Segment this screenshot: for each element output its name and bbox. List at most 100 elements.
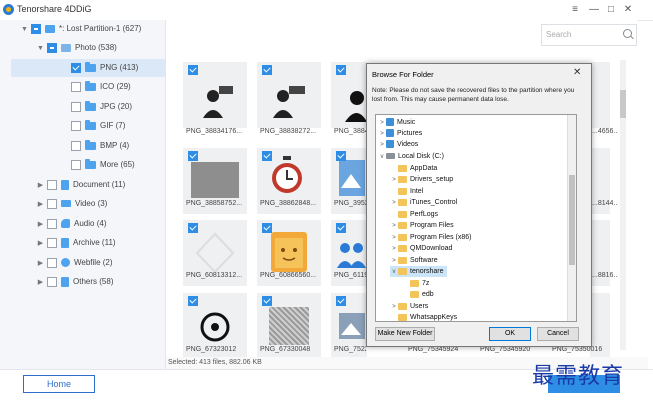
home-button[interactable]: Home — [23, 375, 95, 393]
photo-icon — [61, 43, 71, 52]
tree-item-webfile[interactable]: ▶ Webfile (2) — [36, 254, 113, 272]
search-input[interactable]: Search — [541, 24, 637, 46]
collapse-arrow-icon[interactable]: ▼ — [20, 21, 29, 39]
audio-checkbox[interactable] — [47, 218, 57, 229]
folder-node-7z[interactable]: 7z — [402, 278, 429, 289]
expand-arrow-icon[interactable]: ▶ — [36, 255, 45, 273]
collapse-arrow-icon[interactable]: v — [390, 267, 398, 278]
thumbnail-checkbox[interactable] — [336, 65, 346, 75]
expand-arrow-icon[interactable]: ▶ — [36, 216, 45, 234]
png-checkbox[interactable] — [71, 62, 81, 73]
folder-label: Pictures — [397, 130, 423, 137]
document-checkbox[interactable] — [47, 179, 57, 190]
folder-node-whatsappkeys[interactable]: WhatsappKeys — [390, 312, 457, 321]
root-count: (627) — [122, 24, 142, 33]
folder-node-tenorshare[interactable]: v tenorshare — [390, 266, 448, 278]
collapse-arrow-icon[interactable]: v — [378, 152, 386, 163]
folder-node-music[interactable]: > Music — [378, 117, 415, 128]
folder-node-software[interactable]: > Software — [390, 255, 438, 266]
tree-item-png[interactable]: PNG (413) — [11, 59, 165, 77]
folder-node-perflogs[interactable]: PerfLogs — [390, 209, 438, 220]
folder-icon — [398, 233, 407, 241]
folder-icon — [398, 256, 407, 264]
folder-node-intel[interactable]: Intel — [390, 186, 423, 197]
bmp-checkbox[interactable] — [71, 140, 81, 151]
ok-button[interactable]: OK — [489, 327, 531, 341]
folder-tree-scroll-thumb[interactable] — [569, 175, 575, 265]
folder-node-program-files-x86[interactable]: > Program Files (x86) — [390, 232, 471, 243]
thumbnail-checkbox[interactable] — [336, 223, 346, 233]
tree-item-audio[interactable]: ▶ Audio (4) — [36, 215, 106, 233]
thumbnail[interactable] — [331, 62, 367, 128]
expand-arrow-icon[interactable]: > — [390, 244, 398, 255]
tree-item-others[interactable]: ▶ Others (58) — [36, 273, 113, 291]
tree-item-bmp[interactable]: BMP (4) — [69, 137, 129, 155]
expand-arrow-icon[interactable]: ▶ — [36, 196, 45, 214]
folder-tree-scrollbar[interactable] — [567, 115, 576, 321]
thumbnail[interactable] — [183, 62, 247, 128]
search-icon[interactable] — [623, 29, 632, 38]
expand-arrow-icon[interactable]: > — [390, 175, 398, 186]
folder-node-drivers-setup[interactable]: > Drivers_setup — [390, 174, 453, 185]
thumbnail-checkbox[interactable] — [336, 151, 346, 161]
webfile-checkbox[interactable] — [47, 257, 57, 268]
folder-node-qmdownload[interactable]: > QMDownload — [390, 243, 452, 254]
thumbnail-checkbox[interactable] — [188, 223, 198, 233]
tree-item-document[interactable]: ▶ Document (11) — [36, 176, 125, 194]
tree-photo[interactable]: ▼ Photo (538) — [36, 39, 117, 57]
tree-item-jpg[interactable]: JPG (20) — [69, 98, 132, 116]
thumbnail[interactable] — [257, 62, 321, 128]
expand-arrow-icon[interactable]: ▶ — [36, 274, 45, 292]
folder-node-itunes-control[interactable]: > iTunes_Control — [390, 197, 457, 208]
root-checkbox[interactable] — [31, 23, 41, 34]
dialog-note: Note: Please do not save the recovered f… — [372, 87, 575, 103]
make-new-folder-button[interactable]: Make New Folder — [375, 327, 435, 341]
folder-node-pictures[interactable]: > Pictures — [378, 128, 422, 139]
gif-checkbox[interactable] — [71, 120, 81, 131]
thumbnail-checkbox[interactable] — [188, 151, 198, 161]
archive-checkbox[interactable] — [47, 237, 57, 248]
tree-item-gif[interactable]: GIF (7) — [69, 117, 125, 135]
photo-checkbox[interactable] — [47, 42, 57, 53]
minimize-icon[interactable]: — — [587, 3, 601, 17]
expand-arrow-icon[interactable]: > — [378, 140, 386, 151]
menu-icon[interactable]: ≡ — [568, 3, 582, 17]
thumbnail-checkbox[interactable] — [336, 296, 346, 306]
folder-node-local-disk[interactable]: v Local Disk (C:) — [378, 151, 444, 162]
tree-item-video[interactable]: ▶ Video (3) — [36, 195, 107, 213]
more-checkbox[interactable] — [71, 159, 81, 170]
expand-arrow-icon[interactable]: > — [390, 198, 398, 209]
close-icon[interactable]: ✕ — [621, 3, 635, 17]
thumbnail[interactable] — [590, 62, 610, 128]
tree-item-archive[interactable]: ▶ Archive (11) — [36, 234, 116, 252]
thumbnail-checkbox[interactable] — [262, 296, 272, 306]
others-checkbox[interactable] — [47, 276, 57, 287]
cancel-button[interactable]: Cancel — [537, 327, 579, 341]
expand-arrow-icon[interactable]: ▶ — [36, 235, 45, 253]
thumbnail-checkbox[interactable] — [262, 65, 272, 75]
maximize-icon[interactable]: □ — [604, 3, 618, 17]
folder-node-videos[interactable]: > Videos — [378, 139, 418, 150]
folder-node-users[interactable]: > Users — [390, 301, 428, 312]
folder-node-program-files[interactable]: > Program Files — [390, 220, 454, 231]
dialog-close-icon[interactable]: ✕ — [573, 67, 581, 78]
tree-root[interactable]: ▼ *: Lost Partition-1 (627) — [20, 20, 141, 38]
tree-item-more[interactable]: More (65) — [69, 156, 135, 174]
collapse-arrow-icon[interactable]: ▼ — [36, 40, 45, 58]
thumbnail-checkbox[interactable] — [262, 151, 272, 161]
folder-node-appdata[interactable]: AppData — [390, 163, 437, 174]
expand-arrow-icon[interactable]: ▶ — [36, 177, 45, 195]
folder-node-edb[interactable]: edb — [402, 289, 434, 300]
thumbnail-checkbox[interactable] — [188, 296, 198, 306]
grid-scrollbar[interactable] — [620, 60, 626, 350]
expand-arrow-icon[interactable]: > — [390, 221, 398, 232]
thumbnail-checkbox[interactable] — [188, 65, 198, 75]
folder-tree[interactable]: > Music > Pictures > Videos v Local Disk (C:… — [375, 114, 577, 322]
jpg-checkbox[interactable] — [71, 101, 81, 112]
thumbnail-checkbox[interactable] — [262, 223, 272, 233]
video-checkbox[interactable] — [47, 198, 57, 209]
tree-item-ico[interactable]: ICO (29) — [69, 78, 131, 96]
folder-label: AppData — [410, 165, 438, 172]
grid-scroll-thumb[interactable] — [620, 90, 626, 118]
ico-checkbox[interactable] — [71, 81, 81, 92]
